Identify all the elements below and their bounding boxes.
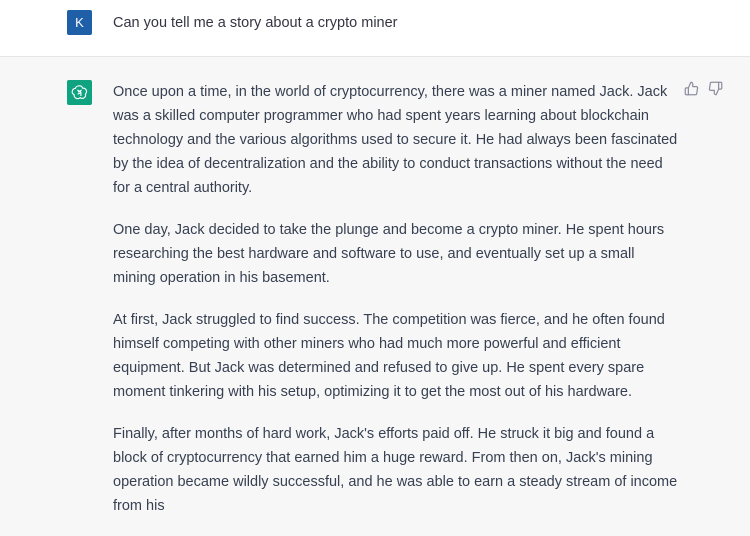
feedback-actions <box>683 80 727 100</box>
assistant-paragraph: One day, Jack decided to take the plunge… <box>113 222 665 286</box>
assistant-message-row: Once upon a time, in the world of crypto… <box>0 57 750 514</box>
assistant-paragraph: Finally, after months of hard work, Jack… <box>113 426 678 514</box>
thumbs-up-icon[interactable] <box>683 80 699 96</box>
assistant-paragraph: Once upon a time, in the world of crypto… <box>113 84 678 196</box>
user-avatar: K <box>67 10 92 35</box>
thumbs-down-icon[interactable] <box>707 80 723 96</box>
openai-logo-icon <box>67 80 92 105</box>
user-message-text: Can you tell me a story about a crypto m… <box>113 15 398 31</box>
user-message-row: K Can you tell me a story about a crypto… <box>0 0 750 57</box>
assistant-message-text: Once upon a time, in the world of crypto… <box>113 80 678 536</box>
assistant-paragraph: At first, Jack struggled to find success… <box>113 312 665 400</box>
